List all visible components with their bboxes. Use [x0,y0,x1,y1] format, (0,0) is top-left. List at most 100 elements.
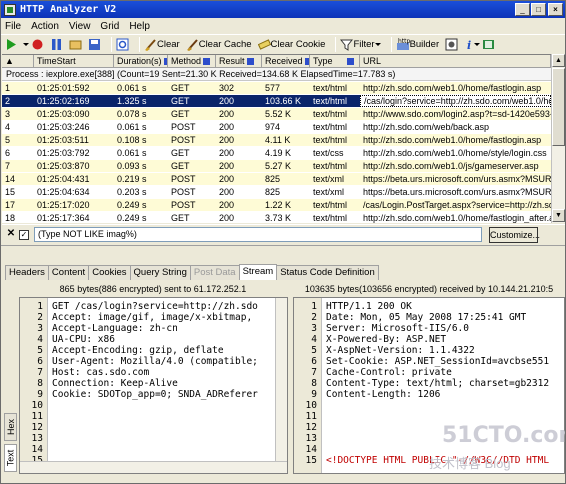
row-number-cell: 18 [5,213,16,223]
folder-icon [69,40,82,49]
pause-button[interactable] [50,38,63,51]
tab-content[interactable]: Content [47,265,90,280]
close-filter-icon[interactable]: ✕ [6,228,16,240]
customize-button[interactable]: Customize... [489,226,540,243]
options-button[interactable] [445,38,458,51]
clear-cookie-button[interactable]: Clear Cookie [257,38,326,51]
column-header-received[interactable]: Received [262,55,310,68]
row-number-cell: 1 [5,83,11,93]
refresh-button[interactable] [116,38,129,51]
menu-bar: File Action View Grid Help [1,18,565,34]
row-number-cell: 3 [5,109,11,119]
filter-button[interactable]: Filter [340,38,381,51]
column-header-duration[interactable]: Duration(s) [114,55,168,68]
time-start-cell: 01:25:03:246 [37,122,90,132]
table-row[interactable]: 1 01:25:01:592 0.061 s GET 302 577 text/html ht… [2,82,551,94]
code-line: Cache-Control: private [326,367,452,378]
dropdown-arrow[interactable] [23,38,29,51]
tab-hex[interactable]: Hex [4,413,17,441]
book-icon [483,39,495,49]
content-type-cell: text/html [313,161,348,171]
column-header-type[interactable]: Type [310,55,360,68]
scroll-down-arrow[interactable]: ▼ [552,209,565,222]
save-button[interactable] [88,38,101,51]
minimize-button[interactable]: _ [515,3,530,16]
row-number-cell: 6 [5,148,11,158]
tab-query-string[interactable]: Query String [129,265,191,280]
table-row[interactable]: 7 01:25:03:870 0.093 s GET 200 5.27 K text/htm… [2,160,551,172]
tab-post-data[interactable]: Post Data [189,265,240,280]
request-hscroll[interactable] [20,461,287,473]
column-filter-icon[interactable] [346,58,354,66]
process-group-row[interactable]: Process : iexplore.exe[388] (Count=19 Se… [2,68,551,81]
tab-stream[interactable]: Stream [238,264,278,280]
table-row[interactable]: 17 01:25:17:020 0.249 s POST 200 1.22 K text/h… [2,199,551,211]
tab-status-code-definition[interactable]: Status Code Definition [276,265,379,280]
start-button[interactable] [4,38,17,51]
url-cell: /cas/Login.PostTarget.aspx?service=http:… [363,200,551,210]
tab-headers[interactable]: Headers [5,265,49,280]
clear-cache-button[interactable]: Clear Cache [186,38,252,51]
info-button[interactable]: i [464,38,481,51]
table-row[interactable]: 14 01:25:04:431 0.219 s POST 200 825 text/xml h… [2,173,551,185]
line-number: 13 [305,433,317,444]
table-row[interactable]: 18 01:25:17:364 0.249 s GET 200 3.73 K text/ht… [2,212,551,223]
detail-tabs: Headers Content Cookies Query String Pos… [5,264,379,280]
filter-bar: ✕ ✓ (Type NOT LIKE imag%) Customize... [2,224,565,244]
menu-file[interactable]: File [5,21,21,32]
column-filter-icon[interactable] [246,58,254,66]
column-header-result[interactable]: Result [216,55,262,68]
column-filter-icon[interactable] [203,58,211,66]
code-line: User-Agent: Mozilla/4.0 (compatible; [52,356,258,367]
scroll-thumb[interactable] [552,68,565,146]
line-number: 9 [311,389,317,400]
menu-view[interactable]: View [69,21,91,32]
open-button[interactable] [69,38,82,51]
menu-action[interactable]: Action [31,21,59,32]
table-row[interactable]: 2 01:25:02:169 1.325 s GET 200 103.66 K text/h… [2,95,551,107]
tab-text[interactable]: Text [4,444,17,472]
clear-button[interactable]: Clear [144,38,180,51]
column-header-number[interactable]: ▲ [2,55,34,68]
toolbar-separator [111,36,112,52]
row-number-cell: 4 [5,122,11,132]
table-row[interactable]: 3 01:25:03:090 0.078 s GET 200 5.52 K text/htm… [2,108,551,120]
clear-label: Clear [157,38,180,50]
line-number: 11 [305,411,317,422]
menu-grid[interactable]: Grid [100,21,119,32]
duration-cell: 0.078 s [117,109,147,119]
result-cell: 200 [219,135,235,145]
menu-help[interactable]: Help [129,21,150,32]
time-start-cell: 01:25:03:090 [37,109,90,119]
filter-enabled-checkbox[interactable]: ✓ [19,229,29,240]
book-button[interactable] [482,38,495,51]
code-line: Host: cas.sdo.com [52,367,150,378]
table-row[interactable]: 5 01:25:03:511 0.108 s POST 200 4.11 K text/ht… [2,134,551,146]
scroll-up-arrow[interactable]: ▲ [552,54,565,67]
maximize-button[interactable]: □ [531,3,546,16]
line-number: 8 [37,378,43,389]
grid-scrollbar[interactable]: ▲ ▼ [551,54,565,223]
close-button[interactable]: × [548,3,563,16]
column-header-timestart[interactable]: TimeStart [34,55,114,68]
tab-cookies[interactable]: Cookies [88,265,131,280]
line-number: 9 [37,389,43,400]
filter-expression[interactable]: (Type NOT LIKE imag%) [34,227,482,242]
table-row[interactable]: 4 01:25:03:246 0.061 s POST 200 974 text/html h… [2,121,551,133]
line-number: 12 [31,422,43,433]
request-vscroll[interactable] [275,298,287,461]
pane-splitter[interactable] [1,245,565,265]
request-stream-view[interactable]: 123456789101112131415 GET /cas/login?ser… [19,297,288,474]
grid-header: ▲ TimeStart Duration(s) Method Result Re… [2,55,551,68]
table-row[interactable]: 6 01:25:03:792 0.061 s GET 200 4.19 K text/css… [2,147,551,159]
row-number-cell: 15 [5,187,16,197]
broom-icon [145,38,156,51]
builder-button[interactable]: http Builder [396,38,439,51]
content-type-cell: text/html [313,200,348,210]
table-row[interactable]: 15 01:25:04:634 0.203 s POST 200 825 text/xml h… [2,186,551,198]
duration-cell: 0.249 s [117,200,147,210]
clear-cookie-label: Clear Cookie [270,38,326,50]
record-button[interactable] [31,38,44,51]
column-header-url[interactable]: URL [360,55,551,68]
column-header-method[interactable]: Method [168,55,216,68]
